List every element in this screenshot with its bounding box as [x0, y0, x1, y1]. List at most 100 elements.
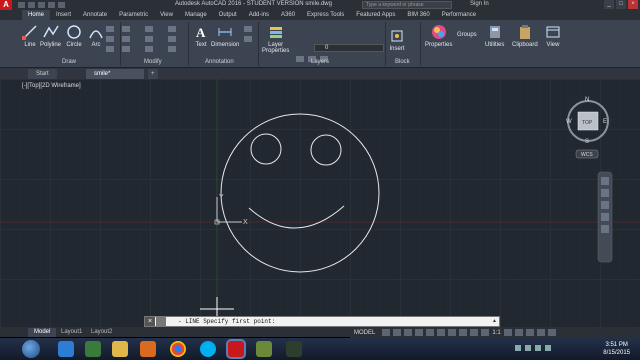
view-button[interactable]: View — [545, 24, 561, 48]
viewport-controls-label[interactable]: [-][Top][2D Wireframe] — [22, 83, 81, 89]
customize-icon[interactable] — [156, 317, 166, 326]
copy-icon[interactable] — [122, 36, 130, 42]
table-icon[interactable] — [244, 36, 252, 42]
otrack-toggle-icon[interactable] — [437, 329, 446, 336]
new-tab-button[interactable]: + — [148, 69, 158, 79]
lineweight-toggle-icon[interactable] — [448, 329, 457, 336]
annotation-visibility-icon[interactable] — [481, 329, 490, 336]
text-button[interactable]: A Text — [193, 24, 209, 48]
windows-start-button[interactable] — [22, 340, 40, 358]
tab-parametric[interactable]: Parametric — [113, 10, 154, 20]
hardware-acceleration-icon[interactable] — [525, 329, 534, 336]
layer-tool-icon[interactable] — [296, 56, 304, 62]
modify-panel-label[interactable]: Modify — [144, 59, 162, 65]
insert-button[interactable]: Insert — [389, 28, 405, 52]
layers-panel-label[interactable]: Layers — [311, 59, 329, 65]
properties-button[interactable]: Properties — [425, 24, 452, 48]
close-button[interactable]: × — [628, 0, 638, 9]
selection-cycling-icon[interactable] — [470, 329, 479, 336]
navigation-bar[interactable] — [597, 171, 613, 263]
tab-view[interactable]: View — [154, 10, 179, 20]
stretch-icon[interactable] — [122, 46, 130, 52]
pan-icon[interactable] — [601, 189, 609, 197]
grid-toggle-icon[interactable] — [382, 329, 391, 336]
file-tab-smile[interactable]: smile* — [86, 69, 144, 79]
layer-properties-button[interactable]: Layer Properties — [262, 24, 289, 54]
drawing-area[interactable]: Y X TOP N S E W WCS — [0, 79, 640, 327]
layout-tab-layout2[interactable]: Layout2 — [85, 328, 118, 337]
drawing-canvas[interactable]: Y X TOP N S E W WCS — [0, 79, 640, 327]
showmotion-icon[interactable] — [601, 225, 609, 233]
orbit-icon[interactable] — [601, 213, 609, 221]
layout-tab-model[interactable]: Model — [28, 328, 57, 337]
tab-express-tools[interactable]: Express Tools — [301, 10, 350, 20]
arc-button[interactable]: Arc — [88, 24, 104, 48]
tray-icon[interactable] — [525, 345, 531, 351]
layer-dropdown[interactable]: 0 — [314, 44, 384, 52]
layout-tab-layout1[interactable]: Layout1 — [55, 328, 88, 337]
line-button[interactable]: Line — [22, 24, 38, 48]
block-panel-label[interactable]: Block — [395, 59, 410, 65]
volume-icon[interactable] — [545, 345, 551, 351]
trim-icon[interactable] — [168, 26, 176, 32]
redo-icon[interactable] — [58, 2, 65, 8]
open-icon[interactable] — [28, 2, 35, 8]
tab-a360[interactable]: A360 — [275, 10, 301, 20]
media-app-icon[interactable] — [140, 341, 156, 357]
array-icon[interactable] — [168, 46, 176, 52]
internet-explorer-icon[interactable] — [58, 341, 74, 357]
tab-bim-360[interactable]: BIM 360 — [401, 10, 435, 20]
clipboard-button[interactable]: Clipboard — [512, 24, 538, 48]
save-icon[interactable] — [38, 2, 45, 8]
compass-n[interactable]: N — [585, 97, 589, 103]
tab-output[interactable]: Output — [213, 10, 243, 20]
command-line[interactable]: × - LINE Specify first point: ▲ — [144, 316, 500, 327]
transparency-toggle-icon[interactable] — [459, 329, 468, 336]
osnap-toggle-icon[interactable] — [426, 329, 435, 336]
clean-screen-icon[interactable] — [536, 329, 545, 336]
tab-manage[interactable]: Manage — [179, 10, 213, 20]
polar-toggle-icon[interactable] — [415, 329, 424, 336]
draw-more-icon[interactable] — [106, 46, 114, 52]
minimize-button[interactable]: _ — [604, 0, 614, 9]
mirror-icon[interactable] — [145, 36, 153, 42]
image-app-icon[interactable] — [256, 341, 272, 357]
recorder-app-icon[interactable] — [286, 341, 302, 357]
maximize-button[interactable]: □ — [616, 0, 626, 9]
app-menu-button[interactable]: A — [0, 0, 12, 10]
hatch-icon[interactable] — [106, 36, 114, 42]
tab-add-ins[interactable]: Add-ins — [243, 10, 275, 20]
command-history-arrow-icon[interactable]: ▲ — [492, 318, 497, 324]
leader-icon[interactable] — [244, 26, 252, 32]
tab-annotate[interactable]: Annotate — [77, 10, 113, 20]
media-player-icon[interactable] — [85, 341, 101, 357]
annotation-scale[interactable]: 1:1 — [492, 330, 500, 336]
skype-icon[interactable] — [200, 341, 216, 357]
fillet-icon[interactable] — [168, 36, 176, 42]
tray-icon[interactable] — [515, 345, 521, 351]
circle-button[interactable]: Circle — [66, 24, 82, 48]
zoom-extents-icon[interactable] — [601, 201, 609, 209]
snap-toggle-icon[interactable] — [393, 329, 402, 336]
compass-e[interactable]: E — [603, 119, 607, 125]
polyline-button[interactable]: Polyline — [40, 24, 61, 48]
rectangle-icon[interactable] — [106, 26, 114, 32]
dimension-button[interactable]: Dimension — [211, 24, 239, 48]
sign-in-button[interactable]: Sign In — [470, 1, 489, 7]
network-icon[interactable] — [535, 345, 541, 351]
compass-w[interactable]: W — [566, 119, 572, 125]
full-navigation-wheel-icon[interactable] — [601, 177, 609, 185]
compass-s[interactable]: S — [585, 139, 589, 145]
chrome-icon[interactable] — [170, 341, 186, 357]
file-explorer-icon[interactable] — [112, 341, 128, 357]
model-space-button[interactable]: MODEL — [350, 330, 379, 336]
isolate-objects-icon[interactable] — [514, 329, 523, 336]
tab-performance[interactable]: Performance — [436, 10, 482, 20]
start-tab[interactable]: Start — [28, 69, 57, 79]
search-input[interactable]: Type a keyword or phrase — [362, 1, 452, 9]
scale-icon[interactable] — [145, 46, 153, 52]
command-line-close-button[interactable]: × — [145, 317, 155, 326]
tab-home[interactable]: Home — [22, 10, 51, 20]
draw-panel-label[interactable]: Draw — [62, 59, 76, 65]
ortho-toggle-icon[interactable] — [404, 329, 413, 336]
